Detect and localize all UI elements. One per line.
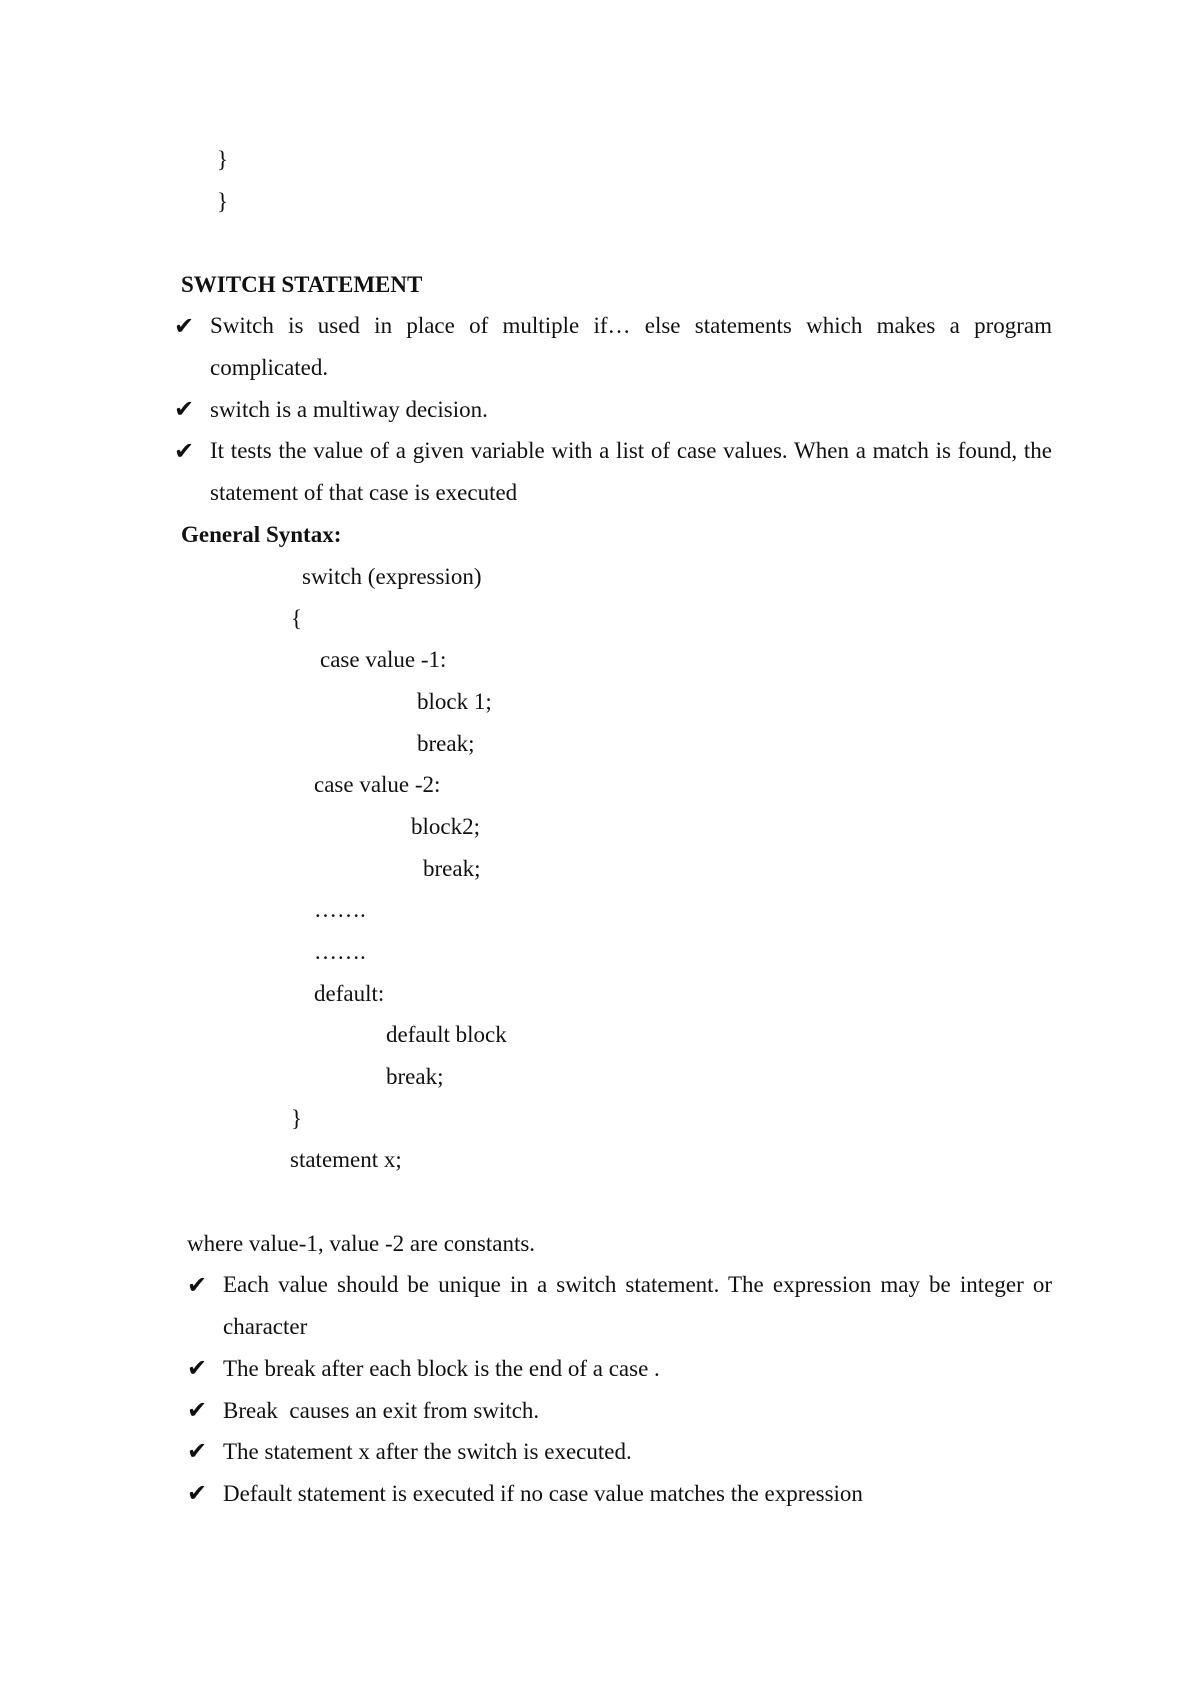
bullet-text: Switch is used in place of multiple if… … xyxy=(210,313,1052,380)
code-line: ……. xyxy=(314,939,366,964)
code-line: block 1; xyxy=(417,689,492,714)
code-line: } xyxy=(291,1106,303,1131)
bullet-text: switch is a multiway decision. xyxy=(210,397,488,422)
code-line: block2; xyxy=(411,814,480,839)
section-heading: SWITCH STATEMENT xyxy=(181,272,423,297)
code-line: break; xyxy=(417,731,475,756)
code-line: statement x; xyxy=(290,1147,402,1172)
code-line: case value -1: xyxy=(320,647,447,672)
bullet-text: Default statement is executed if no case… xyxy=(223,1481,863,1506)
code-line: ……. xyxy=(314,897,366,922)
check-icon: ✔ xyxy=(187,1354,208,1382)
check-icon: ✔ xyxy=(187,1396,208,1424)
code-line: case value -2: xyxy=(314,772,441,797)
bullet-text: It tests the value of a given variable w… xyxy=(210,438,1052,505)
code-line: switch (expression) xyxy=(302,564,482,589)
closing-brace-2: } xyxy=(217,189,229,214)
where-line: where value-1, value -2 are constants. xyxy=(187,1231,536,1256)
check-icon: ✔ xyxy=(174,312,195,340)
closing-brace-1: } xyxy=(217,147,229,172)
check-icon: ✔ xyxy=(174,437,195,465)
code-line: { xyxy=(291,606,303,631)
code-line: break; xyxy=(423,856,481,881)
syntax-heading: General Syntax: xyxy=(181,522,342,547)
bullet-text: Break causes an exit from switch. xyxy=(223,1398,540,1423)
code-line: break; xyxy=(386,1064,444,1089)
bullet-text: The statement x after the switch is exec… xyxy=(223,1439,632,1464)
code-line: default block xyxy=(386,1022,507,1047)
bullet-text: The break after each block is the end of… xyxy=(223,1356,660,1381)
code-line: default: xyxy=(314,981,385,1006)
check-icon: ✔ xyxy=(187,1271,208,1299)
check-icon: ✔ xyxy=(187,1479,208,1507)
check-icon: ✔ xyxy=(187,1437,208,1465)
check-icon: ✔ xyxy=(174,395,195,423)
bullet-text: Each value should be unique in a switch … xyxy=(223,1272,1052,1339)
